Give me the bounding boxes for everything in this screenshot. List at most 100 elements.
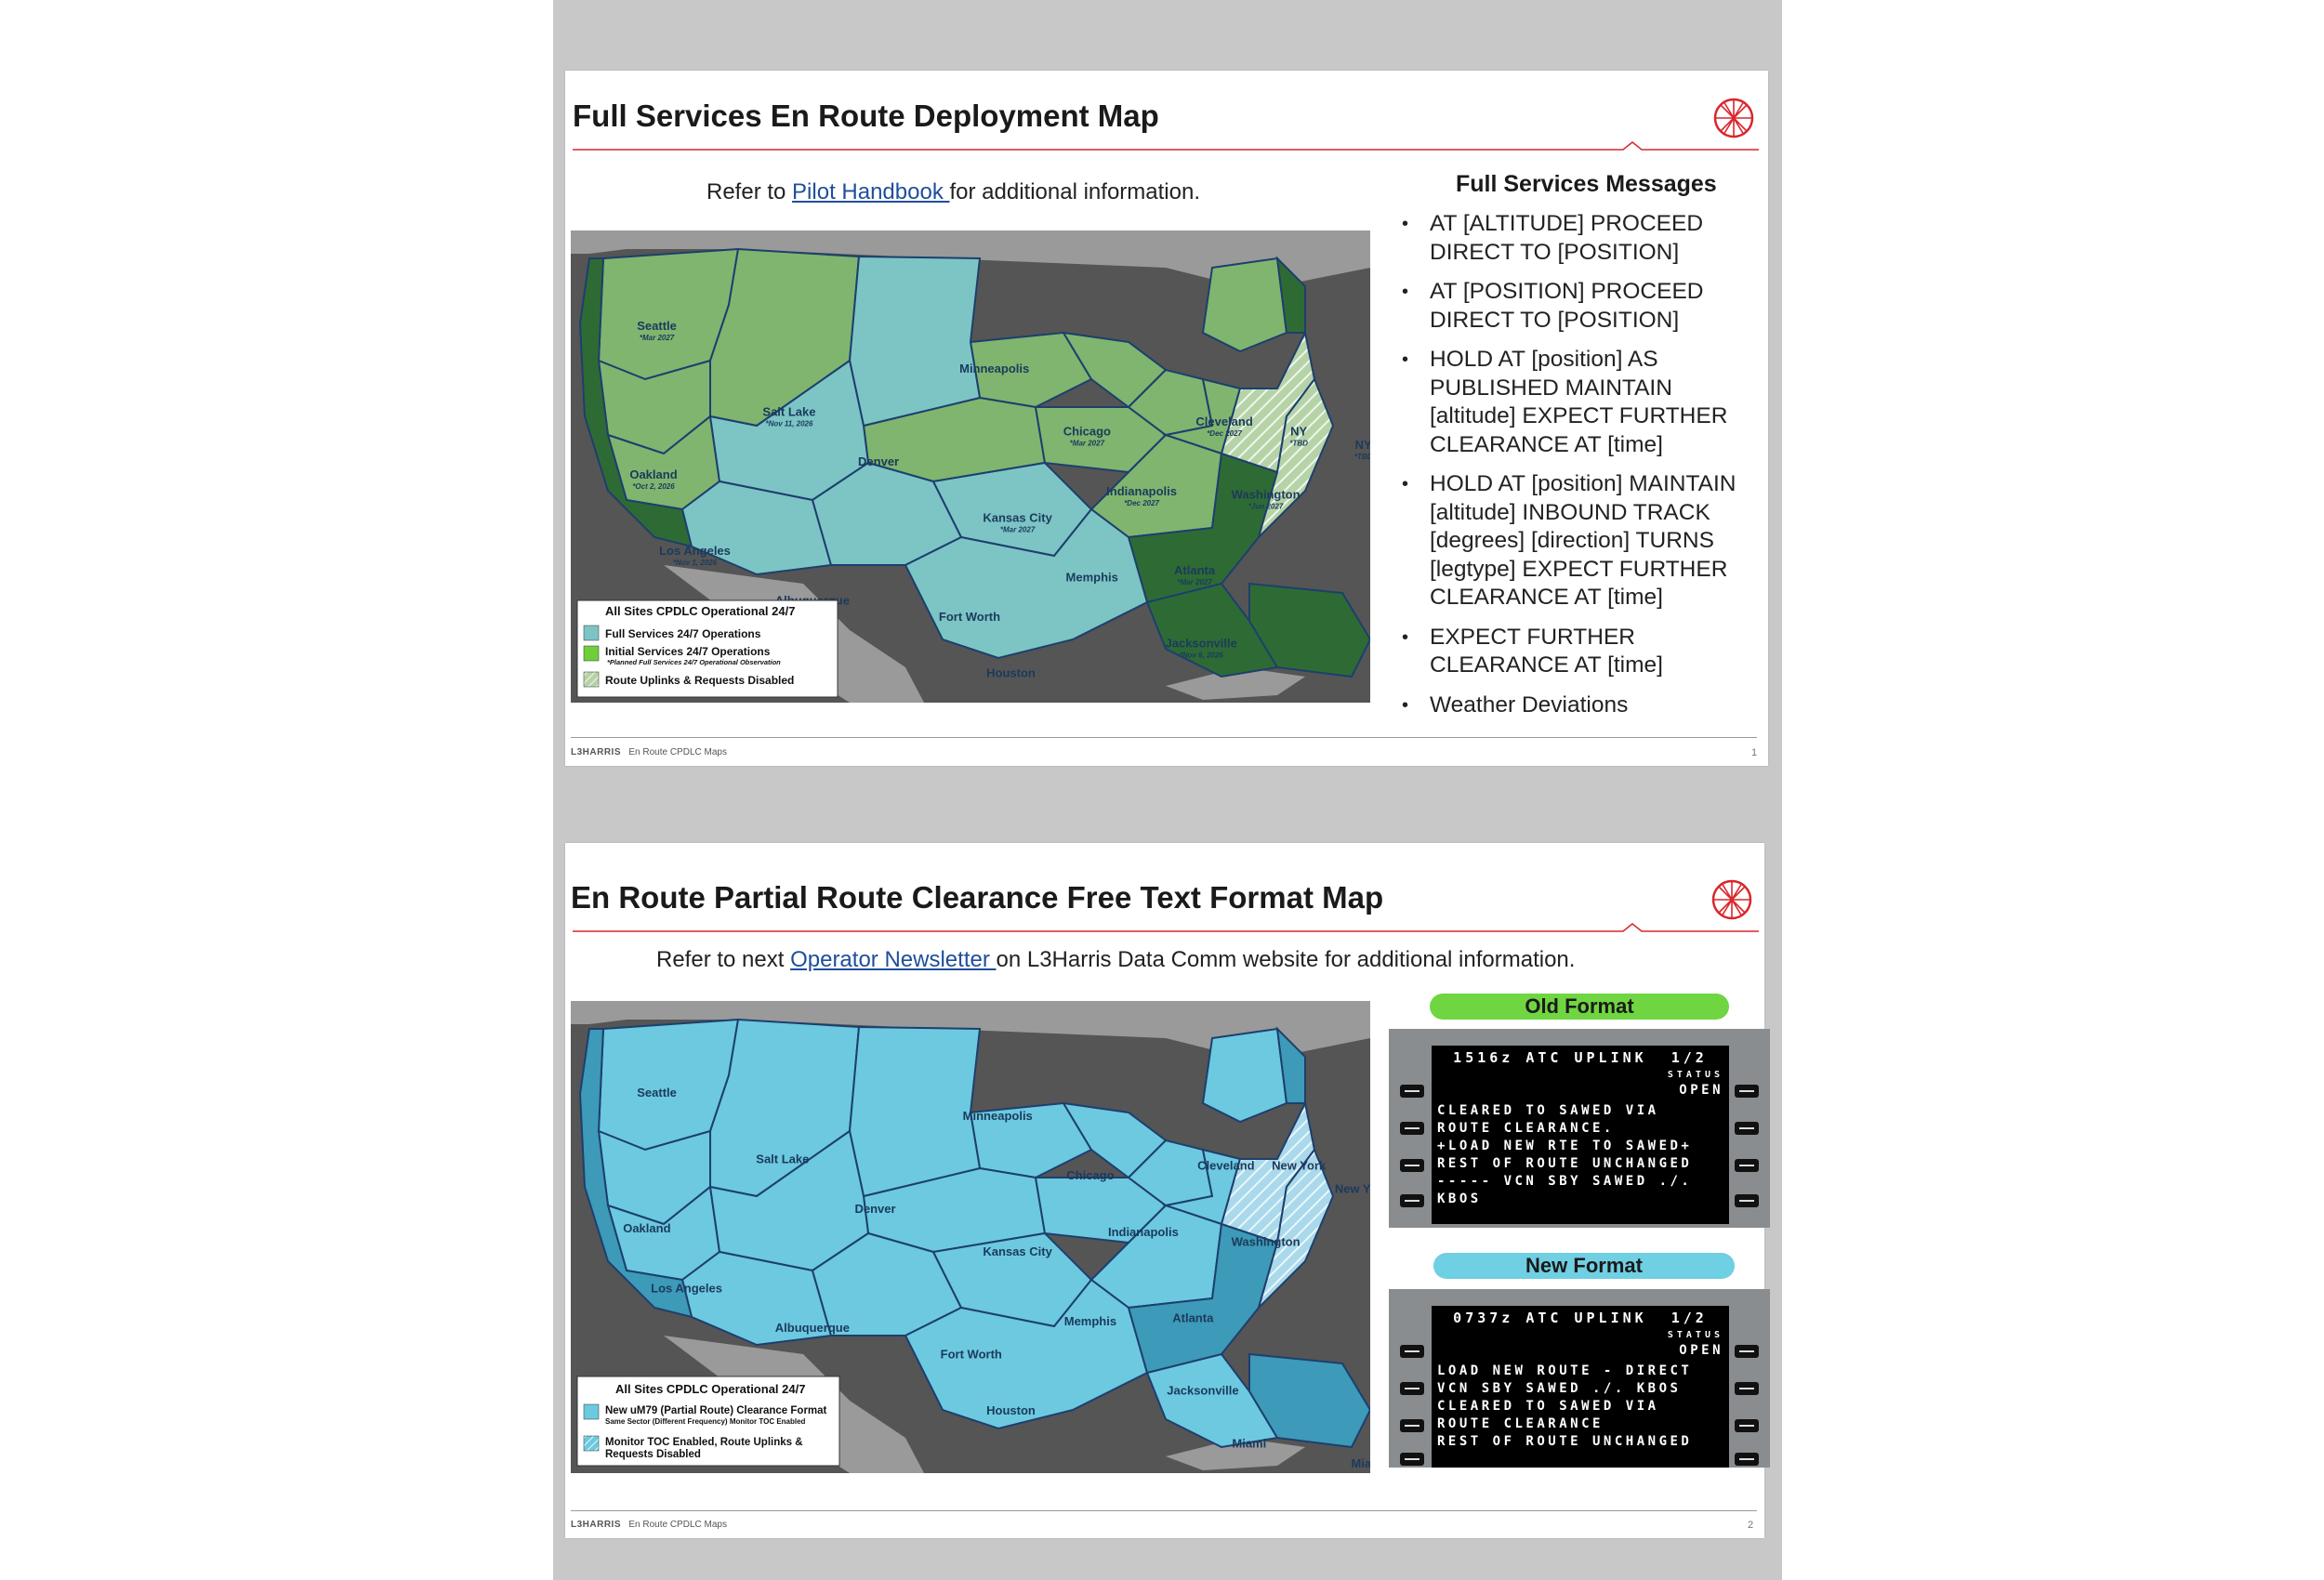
footer-brand: L3HARRIS: [571, 1520, 622, 1530]
refer-text-end: on L3Harris Data Comm website for additi…: [996, 947, 1576, 972]
page-number: 2: [1748, 1520, 1754, 1531]
center-label: Memphis: [1064, 1314, 1116, 1328]
line-select-key-l2[interactable]: [1400, 1122, 1424, 1135]
l3harris-logo-icon: [1711, 879, 1752, 920]
fms-line: VCN SBY SAWED ./. KBOS: [1437, 1381, 1682, 1396]
deployment-map: Seattle*Mar 2027Salt Lake*Nov 11, 2026Mi…: [571, 230, 1370, 703]
center-label: New York: [1335, 1181, 1370, 1195]
legend-item-disabled: Route Uplinks & Requests Disabled: [605, 674, 794, 687]
center-label: Minneapolis: [963, 1109, 1033, 1123]
slide-title: En Route Partial Route Clearance Free Te…: [571, 880, 1384, 915]
fms-status: STATUS: [1667, 1330, 1723, 1340]
line-select-key-l1[interactable]: [1400, 1345, 1424, 1358]
refer-text: Refer to next: [656, 947, 791, 972]
fms-line: LOAD NEW ROUTE - DIRECT: [1437, 1363, 1693, 1378]
line-select-key-r3[interactable]: [1735, 1159, 1759, 1172]
center-date: *Mar 2027: [1000, 525, 1036, 533]
line-select-key-l3[interactable]: [1400, 1419, 1424, 1432]
line-select-key-l1[interactable]: [1400, 1085, 1424, 1098]
center-label: Houston: [986, 1403, 1036, 1417]
center-label: Miami: [1232, 1437, 1266, 1451]
center-label: Oakland: [623, 1221, 670, 1235]
line-select-key-r1[interactable]: [1735, 1085, 1759, 1098]
fms-open: OPEN: [1679, 1343, 1723, 1358]
fms-line: +LOAD NEW RTE TO SAWED+: [1437, 1139, 1693, 1153]
center-label: Indianapolis: [1106, 484, 1177, 498]
fms-line: CLEARED TO SAWED VIA: [1437, 1399, 1659, 1414]
slide-title: Full Services En Route Deployment Map: [573, 99, 1159, 133]
center-label: Los Angeles: [651, 1281, 722, 1295]
pilot-handbook-link[interactable]: Pilot Handbook: [792, 179, 949, 204]
center-date: *Nov 1, 2026: [673, 559, 718, 567]
center-date: *Mar 2027: [640, 334, 675, 342]
line-select-key-l3[interactable]: [1400, 1159, 1424, 1172]
footer-divider: [571, 737, 1757, 738]
legend-swatch-initial: [583, 645, 600, 662]
line-select-key-r1[interactable]: [1735, 1345, 1759, 1358]
legend-swatch-full: [583, 625, 600, 641]
center-label: Miami: [1352, 1456, 1370, 1470]
refer-line: Refer to next Operator Newsletter on L3H…: [656, 947, 1575, 973]
line-select-key-l4[interactable]: [1400, 1453, 1424, 1466]
old-format-label: Old Format: [1430, 994, 1729, 1020]
fms-line: ROUTE CLEARANCE: [1437, 1416, 1604, 1431]
footer: L3HARRIS En Route CPDLC Maps: [571, 1520, 727, 1530]
refer-text: Refer to: [706, 179, 793, 204]
center-date: *Oct 2, 2026: [632, 482, 675, 491]
center-label: Kansas City: [983, 1244, 1052, 1258]
center-date: *Nov 6, 2026: [1180, 652, 1224, 660]
title-divider: [573, 141, 1759, 151]
message-item: EXPECT FURTHER CLEARANCE AT [time]: [1398, 624, 1751, 680]
new-format-screen: 0737z ATC UPLINK 1/2 STATUS OPEN LOAD NE…: [1432, 1306, 1729, 1468]
center-date: *Mar 2027: [1177, 578, 1212, 586]
footer-brand: L3HARRIS: [571, 747, 622, 757]
center-label: Fort Worth: [939, 610, 1000, 624]
center-label: Kansas City: [983, 510, 1052, 524]
title-divider: [573, 923, 1759, 932]
fms-open: OPEN: [1679, 1083, 1723, 1098]
center-label: Cleveland: [1195, 415, 1252, 428]
line-select-key-l4[interactable]: [1400, 1194, 1424, 1207]
legend-item-full: Full Services 24/7 Operations: [605, 627, 761, 640]
line-select-key-r2[interactable]: [1735, 1122, 1759, 1135]
line-select-key-r4[interactable]: [1735, 1453, 1759, 1466]
fms-line: ROUTE CLEARANCE.: [1437, 1121, 1615, 1136]
line-select-key-r2[interactable]: [1735, 1382, 1759, 1395]
message-item: HOLD AT [position] AS PUBLISHED MAINTAIN…: [1398, 346, 1751, 459]
center-date: *Nov 11, 2026: [765, 419, 813, 428]
fms-header: 1516z ATC UPLINK 1/2: [1453, 1049, 1708, 1066]
center-label: Atlanta: [1172, 1310, 1214, 1324]
legend-item-new-format: New uM79 (Partial Route) Clearance Forma…: [605, 1405, 827, 1416]
map-legend: All Sites CPDLC Operational 24/7 Full Se…: [576, 599, 838, 698]
center-date: *Jun 2027: [1248, 502, 1284, 510]
legend-item-initial: Initial Services 24/7 Operations: [605, 645, 771, 658]
operator-newsletter-link[interactable]: Operator Newsletter: [790, 947, 996, 972]
center-label: Chicago: [1063, 425, 1111, 439]
center-date: *Dec 2027: [1124, 499, 1159, 507]
center-label: Los Angeles: [659, 544, 731, 558]
legend-item-toc-cont: Requests Disabled: [605, 1449, 701, 1460]
slide-2: En Route Partial Route Clearance Free Te…: [565, 843, 1770, 1538]
fms-line: ----- VCN SBY SAWED ./.: [1437, 1174, 1693, 1189]
footer-doc-title: En Route CPDLC Maps: [628, 747, 727, 757]
legend-swatch-toc: [583, 1435, 600, 1452]
center-label: Indianapolis: [1108, 1225, 1179, 1239]
line-select-key-r3[interactable]: [1735, 1419, 1759, 1432]
line-select-key-l2[interactable]: [1400, 1382, 1424, 1395]
center-date: *Dec 2027: [1207, 429, 1242, 438]
center-label: Salt Lake: [762, 404, 815, 418]
center-label: Memphis: [1066, 570, 1118, 584]
legend-item-initial-note: *Planned Full Services 24/7 Operational …: [607, 658, 781, 666]
center-label: Fort Worth: [941, 1347, 1002, 1361]
center-date: *TBD: [1354, 453, 1370, 461]
center-label: Atlanta: [1174, 563, 1216, 577]
center-label: NY: [1290, 425, 1307, 439]
refer-line: Refer to Pilot Handbook for additional i…: [706, 179, 1200, 205]
fms-status: STATUS: [1667, 1070, 1723, 1080]
center-label: Chicago: [1066, 1168, 1114, 1182]
line-select-key-r4[interactable]: [1735, 1194, 1759, 1207]
legend-item-new-format-note: Same Sector (Different Frequency) Monito…: [605, 1417, 806, 1426]
legend-swatch-new-format: [583, 1403, 600, 1420]
page-number: 1: [1751, 747, 1758, 758]
messages-heading: Full Services Messages: [1456, 171, 1717, 197]
